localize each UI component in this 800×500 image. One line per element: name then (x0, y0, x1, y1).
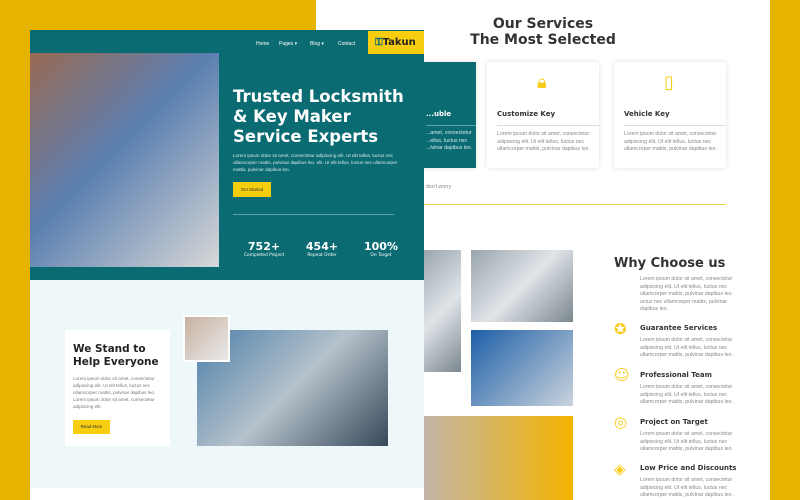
door-handle-photo (424, 250, 461, 372)
logo-text: Takun (382, 37, 416, 48)
footer-edge (30, 488, 424, 500)
nav-pages[interactable]: Pages ▾ (279, 41, 297, 47)
service-card-title: Customize Key (497, 110, 556, 118)
stat-repeat: 454+ Repeat Order (305, 240, 339, 258)
nav-home[interactable]: Home (256, 41, 269, 47)
badge-icon: ✪ (614, 320, 627, 338)
nav-contact[interactable]: Contact (338, 41, 355, 47)
why-item-text: Lorem ipsum dolor sit amet, consectetur … (640, 337, 733, 359)
why-item-text: Lorem ipsum dolor sit amet, consectetur … (640, 431, 733, 453)
get-started-button[interactable]: Get Started (233, 182, 271, 197)
service-card-title: ...uble (426, 110, 452, 118)
locksmith-hero-photo (30, 53, 219, 267)
key-logo-icon: ⚿ (375, 37, 383, 48)
divider (233, 214, 394, 215)
locksmith-photo (424, 416, 573, 500)
padlock-icon: 🔒︎ (537, 72, 547, 93)
logo[interactable]: ⚿Takun (368, 31, 424, 54)
keys-photo (183, 315, 230, 362)
stat-target: 100% On Target (364, 240, 398, 258)
hero-section: Home Pages ▾ Blog ▾ Contact ⚿Takun Trust… (30, 30, 424, 280)
service-card[interactable]: 🔒︎ Customize Key Lorem ipsum dolor sit a… (487, 62, 599, 168)
why-text: Lorem ipsum dolor sit amet, consectetur … (640, 276, 733, 313)
why-section: Why Choose us Lorem ipsum dolor sit amet… (614, 256, 744, 312)
why-item-title: Project on Target (640, 418, 708, 426)
service-card-title: Vehicle Key (624, 110, 670, 118)
stat-completed: 752+ Completed Project (243, 240, 285, 258)
read-more-button[interactable]: Read More (73, 420, 110, 434)
why-item-title: Guarantee Services (640, 324, 718, 332)
stand-title: We Stand to Help Everyone (73, 343, 159, 368)
car-key-photo (471, 330, 573, 406)
why-title: Why Choose us (614, 256, 726, 271)
tag-icon: ◈ (614, 460, 626, 478)
target-icon: ◎ (614, 413, 628, 431)
service-card-text: Lorem ipsum dolor sit amet, consectetur … (497, 131, 590, 153)
service-card[interactable]: ▯ Vehicle Key Lorem ipsum dolor sit amet… (614, 62, 726, 168)
service-card-text: ...amet, consectetur ...ellus, luctus ne… (426, 130, 473, 152)
services-note: don't worry (426, 184, 452, 190)
divider (424, 204, 726, 205)
stand-card: We Stand to Help Everyone Lorem ipsum do… (65, 330, 170, 446)
service-card-text: Lorem ipsum dolor sit amet, consectetur … (624, 131, 717, 153)
hero-text: Lorem ipsum dolor sit amet, consectetur … (233, 153, 398, 172)
car-key-icon: ▯ (664, 72, 674, 93)
hero-title: Trusted Locksmith & Key Maker Service Ex… (233, 87, 404, 146)
why-list: ✪ Guarantee Services Lorem ipsum dolor s… (614, 320, 744, 500)
safe-photo (471, 250, 573, 322)
why-item-text: Lorem ipsum dolor sit amet, consectetur … (640, 384, 733, 406)
team-icon: ☺ (614, 366, 630, 384)
nav-blog[interactable]: Blog ▾ (310, 41, 324, 47)
why-item-title: Professional Team (640, 371, 712, 379)
stand-text: Lorem ipsum dolor sit amet, consectetur … (73, 376, 156, 409)
why-item-title: Low Price and Discounts (640, 464, 737, 472)
why-item-text: Lorem ipsum dolor sit amet, consectetur … (640, 477, 733, 499)
home-page: Home Pages ▾ Blog ▾ Contact ⚿Takun Trust… (30, 30, 424, 500)
